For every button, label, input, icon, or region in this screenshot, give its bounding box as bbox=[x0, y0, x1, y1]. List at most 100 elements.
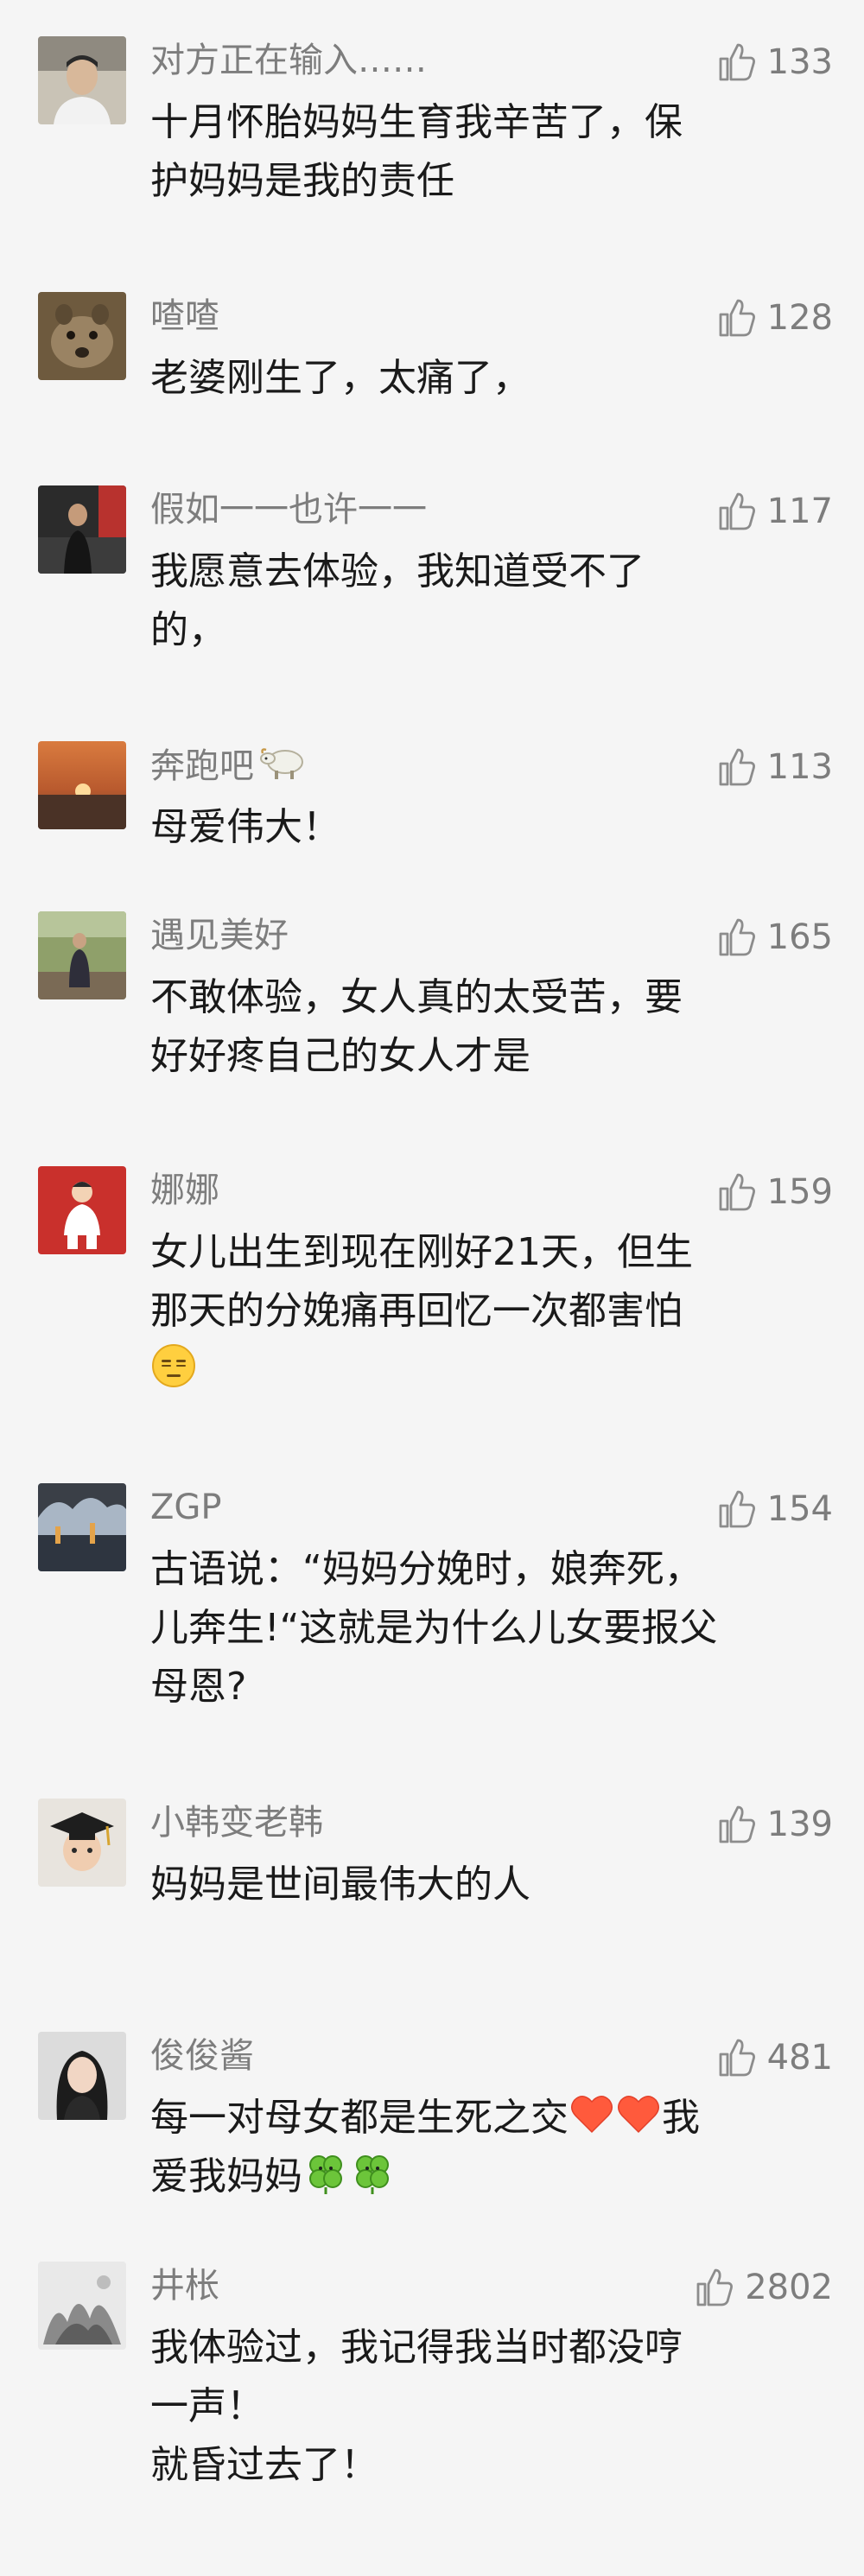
nickname[interactable]: 娜娜 bbox=[150, 1168, 219, 1213]
comment-list: 对方正在输入…… 133 十月怀胎妈妈生育我辛苦了，保 护妈妈是我的责任 喳喳 … bbox=[0, 0, 864, 2576]
comment-text: 我体验过，我记得我当时都没哼 一声！ 就昏过去了！ bbox=[150, 2319, 807, 2495]
comment-line: 一声！ bbox=[150, 2384, 264, 2428]
thumbs-up-icon bbox=[719, 492, 755, 530]
like-button[interactable]: 139 bbox=[714, 1802, 833, 1847]
comment-text: 不敢体验，女人真的太受苦，要 好好疼自己的女人才是 bbox=[150, 968, 807, 1086]
heart-icon bbox=[569, 2091, 615, 2137]
avatar-image bbox=[38, 36, 126, 124]
avatar-image bbox=[38, 2262, 126, 2350]
like-button[interactable]: 113 bbox=[714, 745, 833, 790]
like-button[interactable]: 117 bbox=[714, 489, 833, 534]
comment-line: 母恩? bbox=[150, 1665, 247, 1709]
thumbs-up-icon bbox=[719, 1805, 755, 1843]
nickname[interactable]: 喳喳 bbox=[150, 294, 219, 339]
avatar-image bbox=[38, 2032, 126, 2120]
avatar[interactable] bbox=[38, 1799, 126, 1887]
avatar[interactable] bbox=[38, 2262, 126, 2350]
nickname[interactable]: 井枨 bbox=[150, 2263, 219, 2308]
avatar-image bbox=[38, 911, 126, 999]
thumbs-up-icon bbox=[719, 1173, 755, 1211]
avatar-image bbox=[38, 292, 126, 380]
nickname[interactable]: 遇见美好 bbox=[150, 913, 289, 958]
avatar-image bbox=[38, 1483, 126, 1571]
nickname-text: 奔跑吧 bbox=[150, 746, 254, 786]
avatar[interactable] bbox=[38, 1483, 126, 1571]
comment-text: 女儿出生到现在刚好21天，但生 那天的分娩痛再回忆一次都害怕 bbox=[150, 1223, 807, 1399]
like-count: 481 bbox=[766, 2038, 833, 2078]
nickname[interactable]: 对方正在输入…… bbox=[150, 38, 427, 83]
comment-line: 护妈妈是我的责任 bbox=[150, 159, 454, 203]
nickname[interactable]: 假如一一也许一一 bbox=[150, 487, 427, 532]
comment-line bbox=[150, 1341, 807, 1399]
comment-line-text: 我 bbox=[662, 2096, 700, 2140]
thumbs-up-icon bbox=[719, 918, 755, 956]
comment-line: 就昏过去了！ bbox=[150, 2443, 378, 2487]
comment-line: 每一对母女都是生死之交 我 bbox=[150, 2089, 807, 2148]
thumbs-up-icon bbox=[719, 299, 755, 337]
comment-line: 老婆刚生了，太痛了， bbox=[150, 356, 530, 400]
like-count: 133 bbox=[766, 42, 833, 82]
comment-line: 不敢体验，女人真的太受苦，要 bbox=[150, 975, 683, 1019]
like-count: 117 bbox=[766, 492, 833, 531]
like-button[interactable]: 481 bbox=[714, 2035, 833, 2080]
like-button[interactable]: 133 bbox=[714, 40, 833, 85]
expressionless-face-icon bbox=[150, 1342, 197, 1389]
like-button[interactable]: 159 bbox=[714, 1170, 833, 1215]
comment-line: 那天的分娩痛再回忆一次都害怕 bbox=[150, 1289, 683, 1333]
like-count: 128 bbox=[766, 298, 833, 338]
comment-text: 妈妈是世间最伟大的人 bbox=[150, 1856, 807, 1914]
comment-line-text: 每一对母女都是生死之交 bbox=[150, 2096, 569, 2140]
avatar[interactable] bbox=[38, 2032, 126, 2120]
comment-line: 母爱伟大！ bbox=[150, 805, 340, 849]
avatar[interactable] bbox=[38, 36, 126, 124]
comment-text: 十月怀胎妈妈生育我辛苦了，保 护妈妈是我的责任 bbox=[150, 93, 807, 211]
thumbs-up-icon bbox=[696, 2268, 734, 2306]
like-count: 2802 bbox=[745, 2268, 833, 2307]
comment-line: 儿奔生!“这就是为什么儿女要报父 bbox=[150, 1606, 718, 1650]
like-count: 139 bbox=[766, 1805, 833, 1844]
clover-icon bbox=[302, 2149, 349, 2196]
avatar[interactable] bbox=[38, 1166, 126, 1254]
avatar-image bbox=[38, 485, 126, 574]
nickname[interactable]: 小韩变老韩 bbox=[150, 1800, 323, 1845]
comment-line: 我体验过，我记得我当时都没哼 bbox=[150, 2325, 683, 2370]
comment-text: 每一对母女都是生死之交 我 爱我妈妈 bbox=[150, 2089, 807, 2206]
comment-text: 母爱伟大！ bbox=[150, 798, 807, 857]
comment-line: 好好疼自己的女人才是 bbox=[150, 1034, 530, 1078]
comment-line: 十月怀胎妈妈生育我辛苦了，保 bbox=[150, 100, 683, 144]
avatar[interactable] bbox=[38, 485, 126, 574]
thumbs-up-icon bbox=[719, 1490, 755, 1528]
comment-line: 爱我妈妈 bbox=[150, 2148, 807, 2206]
nickname[interactable]: ZGP bbox=[150, 1485, 222, 1530]
like-button[interactable]: 128 bbox=[714, 295, 833, 340]
comment-text: 我愿意去体验，我知道受不了 的， bbox=[150, 542, 807, 660]
like-count: 165 bbox=[766, 917, 833, 957]
nickname[interactable]: 奔跑吧 bbox=[150, 743, 309, 789]
comment-text: 古语说：“妈妈分娩时，娘奔死， 儿奔生!“这就是为什么儿女要报父 母恩? bbox=[150, 1540, 807, 1716]
thumbs-up-icon bbox=[719, 43, 755, 81]
like-button[interactable]: 165 bbox=[714, 915, 833, 960]
like-count: 154 bbox=[766, 1489, 833, 1529]
avatar-image bbox=[38, 741, 126, 829]
avatar[interactable] bbox=[38, 741, 126, 829]
nickname[interactable]: 俊俊酱 bbox=[150, 2034, 254, 2078]
avatar[interactable] bbox=[38, 911, 126, 999]
comment-line: 我愿意去体验，我知道受不了 bbox=[150, 549, 645, 593]
comment-text: 老婆刚生了，太痛了， bbox=[150, 349, 807, 408]
like-count: 113 bbox=[766, 747, 833, 787]
avatar[interactable] bbox=[38, 292, 126, 380]
thumbs-up-icon bbox=[719, 748, 755, 786]
comment-line: 女儿出生到现在刚好21天，但生 bbox=[150, 1230, 693, 1274]
comment-line: 妈妈是世间最伟大的人 bbox=[150, 1862, 530, 1907]
comment-line-text: 爱我妈妈 bbox=[150, 2154, 302, 2198]
like-count: 159 bbox=[766, 1172, 833, 1212]
clover-icon bbox=[349, 2149, 396, 2196]
like-button[interactable]: 2802 bbox=[691, 2265, 833, 2310]
thumbs-up-icon bbox=[719, 2039, 755, 2077]
sheep-icon bbox=[259, 743, 309, 783]
like-button[interactable]: 154 bbox=[714, 1487, 833, 1532]
comment-line: 的， bbox=[150, 608, 226, 652]
heart-icon bbox=[615, 2091, 662, 2137]
avatar-image bbox=[38, 1166, 126, 1254]
comment-line: 古语说：“妈妈分娩时，娘奔死， bbox=[150, 1547, 702, 1591]
